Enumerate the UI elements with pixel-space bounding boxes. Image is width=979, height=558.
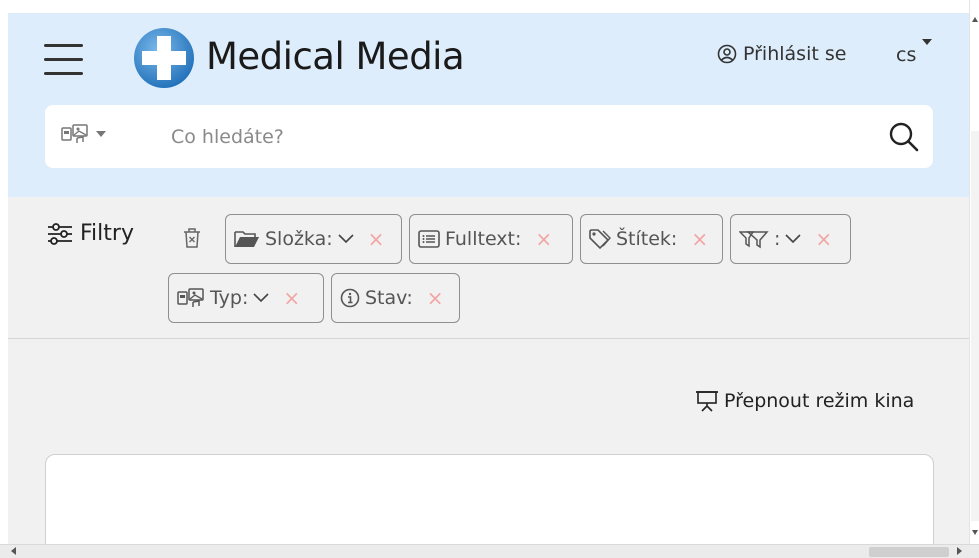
content-card <box>45 454 934 544</box>
medical-cross-logo[interactable] <box>132 26 196 90</box>
user-circle-icon <box>717 44 737 64</box>
search-input[interactable] <box>171 121 851 153</box>
scroll-left-arrow-icon[interactable] <box>11 547 16 555</box>
filter-chip-label: Fulltext: <box>445 228 522 250</box>
remove-filter-button[interactable]: × <box>815 227 832 251</box>
filter-chip-fulltext[interactable]: Fulltext: × <box>409 214 573 264</box>
filter-chip-tag[interactable]: Štítek: × <box>580 214 723 264</box>
tag-icon <box>589 229 611 249</box>
search-icon[interactable] <box>888 121 920 153</box>
sliders-icon <box>48 222 72 245</box>
media-type-icon <box>177 288 204 307</box>
list-icon <box>418 230 440 248</box>
search-box <box>45 105 933 168</box>
remove-filter-button[interactable]: × <box>368 227 385 251</box>
chevron-down-icon[interactable] <box>785 234 801 244</box>
language-select[interactable]: cs <box>896 44 916 66</box>
filter-chip-status[interactable]: Stav: × <box>331 273 460 323</box>
filter-chip-folder[interactable]: Složka: × <box>225 214 402 264</box>
divider <box>8 338 969 339</box>
brand-name[interactable]: Medical Media <box>206 35 465 78</box>
filters-toggle[interactable]: Filtry <box>47 221 134 246</box>
remove-filter-button[interactable]: × <box>427 286 444 310</box>
scroll-up-arrow-icon[interactable] <box>972 17 978 22</box>
login-label: Přihlásit se <box>743 43 847 65</box>
filter-outline-icon <box>739 231 769 249</box>
filter-chip-custom[interactable]: : × <box>730 214 851 264</box>
folder-open-icon <box>234 231 259 247</box>
filter-chip-label: : <box>774 228 781 250</box>
cinema-mode-label: Přepnout režim kina <box>724 390 915 412</box>
vertical-scrollbar[interactable] <box>969 0 979 544</box>
caret-down-icon[interactable] <box>922 39 932 45</box>
media-type-dropdown[interactable] <box>61 124 107 144</box>
trash-icon[interactable] <box>181 226 203 250</box>
scrollbar-thumb[interactable] <box>971 131 979 521</box>
filter-chip-type[interactable]: Typ: × <box>168 273 324 323</box>
caret-down-icon <box>96 131 106 137</box>
login-button[interactable]: Přihlásit se <box>717 43 846 65</box>
page-viewport: Medical Media Přihlásit se cs Co hledáte… <box>8 13 969 544</box>
scroll-right-arrow-icon[interactable] <box>957 547 962 555</box>
chevron-down-icon[interactable] <box>253 293 269 303</box>
filter-chip-label: Typ: <box>210 287 249 309</box>
horizontal-scrollbar[interactable] <box>0 544 979 558</box>
remove-filter-button[interactable]: × <box>535 227 552 251</box>
header: Medical Media Přihlásit se cs <box>8 13 969 197</box>
media-type-icon <box>61 124 88 143</box>
hamburger-menu-icon[interactable] <box>44 42 84 78</box>
remove-filter-button[interactable]: × <box>691 227 708 251</box>
filters-label: Filtry <box>80 221 134 246</box>
chevron-down-icon[interactable] <box>338 234 354 244</box>
projector-screen-icon <box>696 391 718 412</box>
cinema-mode-toggle[interactable]: Přepnout režim kina <box>695 389 914 413</box>
remove-filter-button[interactable]: × <box>283 286 300 310</box>
filter-chip-label: Stav: <box>365 287 413 309</box>
filter-chip-label: Štítek: <box>616 228 678 250</box>
scroll-down-arrow-icon[interactable] <box>972 530 978 535</box>
scrollbar-thumb[interactable] <box>869 547 949 557</box>
info-icon <box>340 288 360 308</box>
filter-chip-label: Složka: <box>265 228 333 250</box>
